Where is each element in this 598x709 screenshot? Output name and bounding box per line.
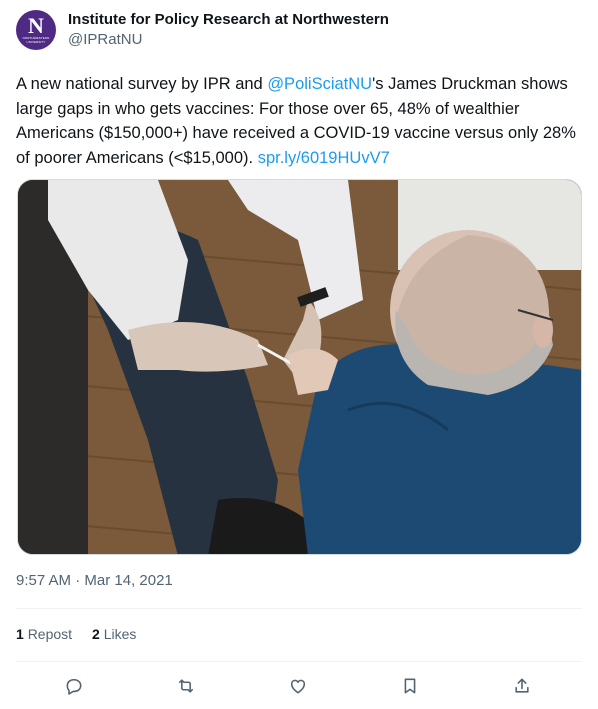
url-link[interactable]: spr.ly/6019HUvV7	[258, 149, 390, 167]
tweet-text-part1: A new national survey by IPR and	[16, 75, 268, 93]
tweet-stats: 1 Repost 2 Likes	[16, 626, 156, 642]
divider	[16, 661, 582, 662]
avatar[interactable]: N NORTHWESTERN UNIVERSITY	[16, 10, 56, 50]
avatar-subtext: NORTHWESTERN UNIVERSITY	[22, 36, 50, 44]
tweet-card: N NORTHWESTERN UNIVERSITY Institute for …	[0, 0, 598, 709]
divider	[16, 608, 582, 609]
likes-label: Likes	[103, 626, 137, 642]
author-handle[interactable]: @IPRatNU	[68, 30, 389, 50]
tweet-text: A new national survey by IPR and @PoliSc…	[16, 72, 582, 170]
tweet-date: Mar 14, 2021	[84, 572, 173, 589]
tweet-time: 9:57 AM	[16, 572, 72, 589]
reposts-count: 1	[16, 626, 24, 642]
tweet-timestamp[interactable]: 9:57 AM · Mar 14, 2021	[16, 572, 173, 589]
share-button[interactable]	[508, 672, 536, 700]
likes-count: 2	[92, 626, 100, 642]
reply-button[interactable]	[60, 672, 88, 700]
likes-stat[interactable]: 2 Likes	[92, 626, 136, 642]
bookmark-icon	[404, 678, 416, 694]
reposts-label: Repost	[27, 626, 73, 642]
reposts-stat[interactable]: 1 Repost	[16, 626, 72, 642]
avatar-monogram: N	[28, 13, 44, 38]
mention-link[interactable]: @PoliSciatNU	[267, 75, 372, 93]
bookmark-button[interactable]	[396, 672, 424, 700]
reply-icon	[66, 678, 82, 695]
author-names: Institute for Policy Research at Northwe…	[68, 10, 389, 50]
repost-button[interactable]	[172, 672, 200, 700]
like-button[interactable]	[284, 672, 312, 700]
share-icon	[515, 678, 529, 693]
photo-vaccination-icon	[18, 180, 581, 554]
author-display-name[interactable]: Institute for Policy Research at Northwe…	[68, 10, 389, 30]
repost-icon	[178, 679, 194, 693]
tweet-header: N NORTHWESTERN UNIVERSITY Institute for …	[16, 10, 389, 50]
timestamp-separator: ·	[75, 572, 81, 589]
tweet-actions	[16, 672, 582, 700]
like-icon	[290, 679, 306, 694]
tweet-photo[interactable]	[17, 179, 582, 555]
